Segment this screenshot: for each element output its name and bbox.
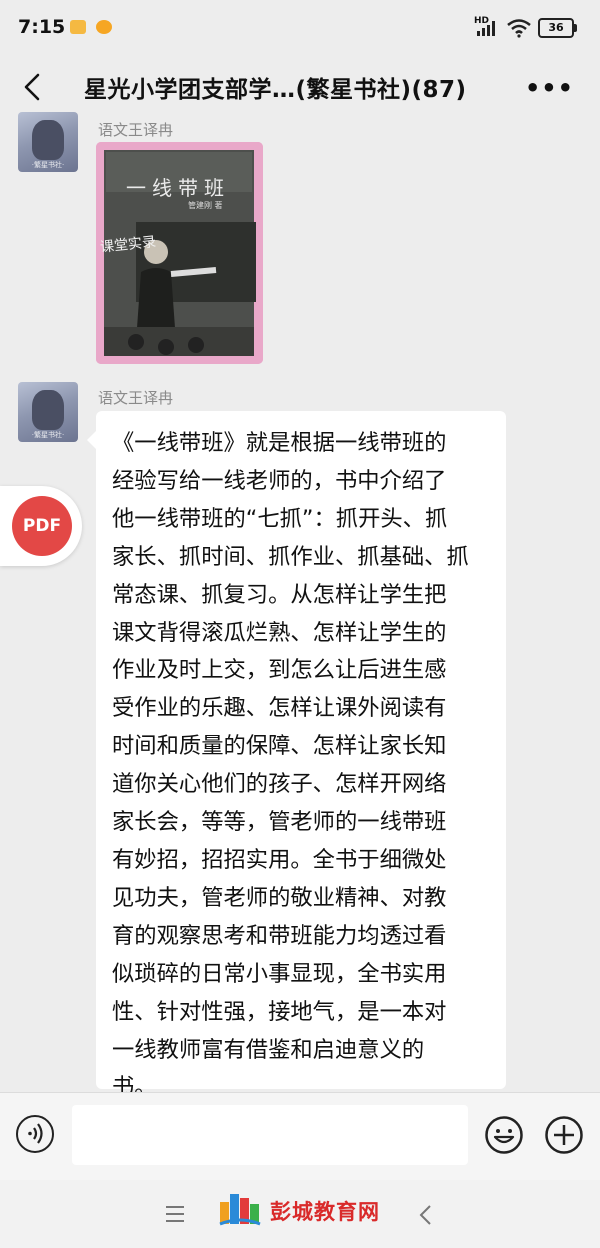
battery-indicator: 36 — [538, 18, 577, 38]
notification-icon — [70, 20, 86, 34]
book-author: 管建刚 著 — [188, 201, 223, 210]
avatar[interactable]: ·繁星书社· — [18, 382, 78, 442]
nav-back-icon[interactable] — [418, 1204, 432, 1226]
status-time: 7:15 — [18, 16, 66, 38]
chat-title: 星光小学团支部学…(繁星书社)(87) — [84, 77, 467, 103]
sender-name: 语文王译冉 — [98, 389, 174, 407]
books-logo-icon — [219, 1194, 261, 1226]
status-bar: 7:15 HD 36 — [0, 0, 600, 56]
voice-icon[interactable] — [16, 1115, 54, 1153]
signal-icon — [477, 21, 495, 36]
avatar[interactable]: ·繁星书社· — [18, 112, 78, 172]
input-bar — [0, 1092, 600, 1181]
app-notification-icon — [96, 20, 112, 34]
watermark-text: 彭城教育网 — [270, 1200, 380, 1224]
menu-icon[interactable] — [166, 1206, 184, 1227]
message-input[interactable] — [72, 1105, 468, 1165]
watermark-logo: 彭城教育网 — [218, 1190, 388, 1230]
book-title: 一线带班 — [126, 176, 230, 200]
pdf-button[interactable]: PDF — [12, 496, 72, 556]
emoji-icon[interactable] — [484, 1115, 524, 1155]
book-photo[interactable]: 一线带班 管建刚 著 课堂实录 — [96, 142, 263, 364]
chat-header: 星光小学团支部学…(繁星书社)(87) ••• — [0, 56, 600, 118]
back-icon[interactable] — [18, 72, 48, 102]
plus-icon[interactable] — [544, 1115, 584, 1155]
more-icon[interactable]: ••• — [525, 76, 574, 100]
sender-name: 语文王译冉 — [98, 121, 174, 139]
wifi-icon — [507, 19, 531, 38]
message-bubble[interactable]: 《一线带班》就是根据一线带班的 经验写给一线老师的，书中介绍了 他一线带班的“七… — [87, 411, 506, 1100]
system-navigation-bar: 彭城教育网 — [0, 1180, 600, 1248]
